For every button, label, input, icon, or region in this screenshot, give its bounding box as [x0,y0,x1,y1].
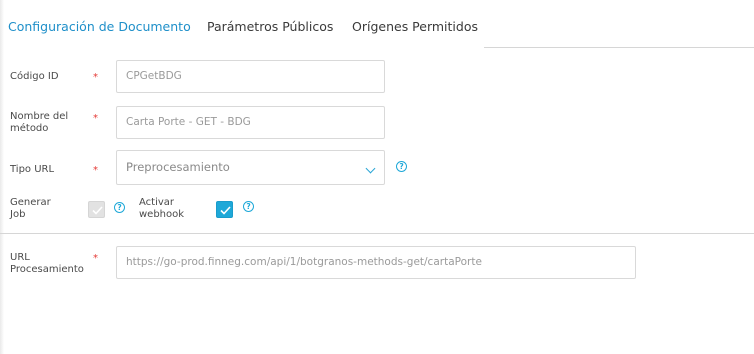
activar-webhook-checkbox[interactable] [216,201,233,218]
codigo-id-required-mark: * [93,72,98,83]
nombre-metodo-required-mark: * [93,113,98,124]
codigo-id-input[interactable]: CPGetBDG [116,60,385,93]
nombre-metodo-input[interactable]: Carta Porte - GET - BDG [116,106,385,139]
generar-job-label-line1: Generar [10,197,51,208]
nombre-metodo-label-line1: Nombre del [10,111,69,122]
nombre-metodo-label: Nombre del método [10,111,68,135]
tab-parametros-publicos[interactable]: Parámetros Públicos [207,0,333,48]
tipo-url-help-icon[interactable]: ? [396,161,407,172]
codigo-id-label: Código ID [10,71,59,82]
tab-bar-underline [484,47,754,48]
activar-webhook-label-line2: webhook [139,209,185,220]
activar-webhook-label: Activar webhook [139,197,184,221]
activar-webhook-label-line1: Activar [139,197,175,208]
section-divider [0,233,754,234]
generar-job-help-icon[interactable]: ? [114,202,125,213]
tab-origenes-permitidos[interactable]: Orígenes Permitidos [352,0,478,48]
generar-job-label-line2: Job [10,209,26,220]
checkmark-icon [220,206,231,215]
url-procesamiento-label-line2: Procesamiento [10,264,84,275]
url-procesamiento-label: URL Procesamiento [10,252,84,276]
tipo-url-select[interactable]: Preprocesamiento [116,150,385,185]
url-procesamiento-required-mark: * [93,253,98,264]
tipo-url-required-mark: * [93,165,98,176]
tipo-url-label: Tipo URL [10,164,55,175]
left-edge-shadow [0,0,4,354]
nombre-metodo-label-line2: método [10,123,49,134]
tipo-url-selected-value: Preprocesamiento [126,160,230,174]
generar-job-checkbox[interactable] [88,201,105,218]
url-procesamiento-input[interactable]: https://go-prod.finneg.com/api/1/botgran… [116,246,636,279]
url-procesamiento-label-line1: URL [10,252,30,263]
tab-configuracion-documento[interactable]: Configuración de Documento [8,0,191,48]
tab-bar: Configuración de Documento Parámetros Pú… [0,0,754,48]
generar-job-label: Generar Job [10,197,51,221]
activar-webhook-help-icon[interactable]: ? [243,201,254,212]
chevron-down-icon[interactable] [365,163,376,174]
checkmark-icon [92,206,103,215]
